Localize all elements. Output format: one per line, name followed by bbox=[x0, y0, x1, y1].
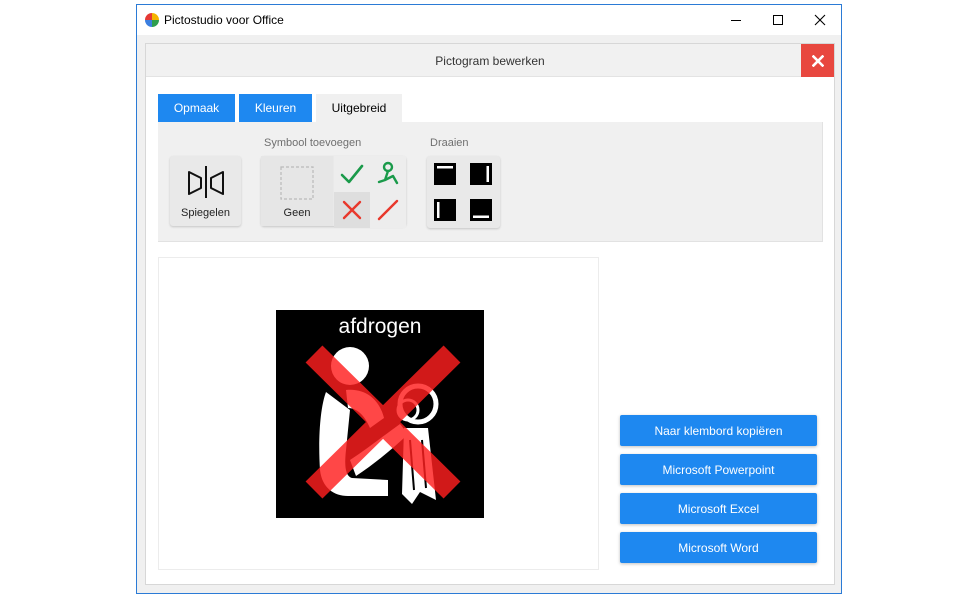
rotate-right-button[interactable] bbox=[463, 156, 499, 192]
window-title: Pictostudio voor Office bbox=[164, 13, 284, 27]
symbol-slash-button[interactable] bbox=[370, 192, 406, 228]
window-close-button[interactable] bbox=[799, 5, 841, 35]
close-icon bbox=[814, 14, 826, 26]
app-window: Pictostudio voor Office Pictogram bewerk… bbox=[136, 4, 842, 594]
symbol-group: Geen bbox=[261, 156, 406, 228]
maximize-icon bbox=[773, 15, 783, 25]
tab-opmaak[interactable]: Opmaak bbox=[158, 94, 235, 122]
drying-dishes-pictogram-icon bbox=[305, 345, 461, 504]
minimize-button[interactable] bbox=[715, 5, 757, 35]
person-icon bbox=[377, 161, 399, 185]
panel-close-button[interactable] bbox=[801, 44, 834, 77]
rotate-group bbox=[427, 156, 500, 228]
powerpoint-button[interactable]: Microsoft Powerpoint bbox=[620, 454, 817, 485]
mirror-icon bbox=[188, 166, 224, 198]
tab-uitgebreid[interactable]: Uitgebreid bbox=[316, 94, 402, 122]
panel-title: Pictogram bewerken bbox=[435, 54, 545, 68]
empty-square-icon bbox=[280, 166, 314, 200]
copy-to-clipboard-button[interactable]: Naar klembord kopiëren bbox=[620, 415, 817, 446]
none-label: Geen bbox=[283, 207, 311, 219]
rotate-section-label: Draaien bbox=[430, 137, 469, 149]
mirror-button[interactable]: Spiegelen bbox=[170, 156, 241, 226]
symbol-cross-button[interactable] bbox=[334, 192, 370, 228]
tab-kleuren[interactable]: Kleuren bbox=[239, 94, 312, 122]
title-bar: Pictostudio voor Office bbox=[137, 5, 841, 35]
app-logo-icon bbox=[145, 13, 159, 27]
rotate-top-button[interactable] bbox=[427, 156, 463, 192]
rotate-bottom-button[interactable] bbox=[463, 192, 499, 228]
extended-toolbar: Spiegelen Symbool toevoegen Geen Draaien bbox=[158, 122, 823, 242]
symbol-section-label: Symbool toevoegen bbox=[264, 137, 362, 149]
excel-button[interactable]: Microsoft Excel bbox=[620, 493, 817, 524]
pictogram-preview: afdrogen bbox=[158, 257, 599, 570]
rotate-left-icon bbox=[434, 199, 456, 221]
mirror-label: Spiegelen bbox=[181, 207, 230, 219]
edit-pictogram-panel: Pictogram bewerken Opmaak Kleuren Uitgeb… bbox=[145, 43, 835, 585]
rotate-top-icon bbox=[434, 163, 456, 185]
close-icon bbox=[811, 54, 824, 67]
rotate-right-icon bbox=[470, 163, 492, 185]
rotate-bottom-icon bbox=[470, 199, 492, 221]
panel-header: Pictogram bewerken bbox=[146, 44, 834, 77]
symbol-check-button[interactable] bbox=[334, 156, 370, 192]
pictogram-image: afdrogen bbox=[276, 310, 484, 518]
word-button[interactable]: Microsoft Word bbox=[620, 532, 817, 563]
cross-icon bbox=[342, 200, 362, 220]
slash-icon bbox=[377, 199, 399, 221]
maximize-button[interactable] bbox=[757, 5, 799, 35]
symbol-none-button[interactable]: Geen bbox=[261, 156, 333, 226]
checkmark-icon bbox=[340, 164, 364, 184]
symbol-person-button[interactable] bbox=[370, 156, 406, 192]
minimize-icon bbox=[731, 20, 741, 21]
rotate-left-button[interactable] bbox=[427, 192, 463, 228]
